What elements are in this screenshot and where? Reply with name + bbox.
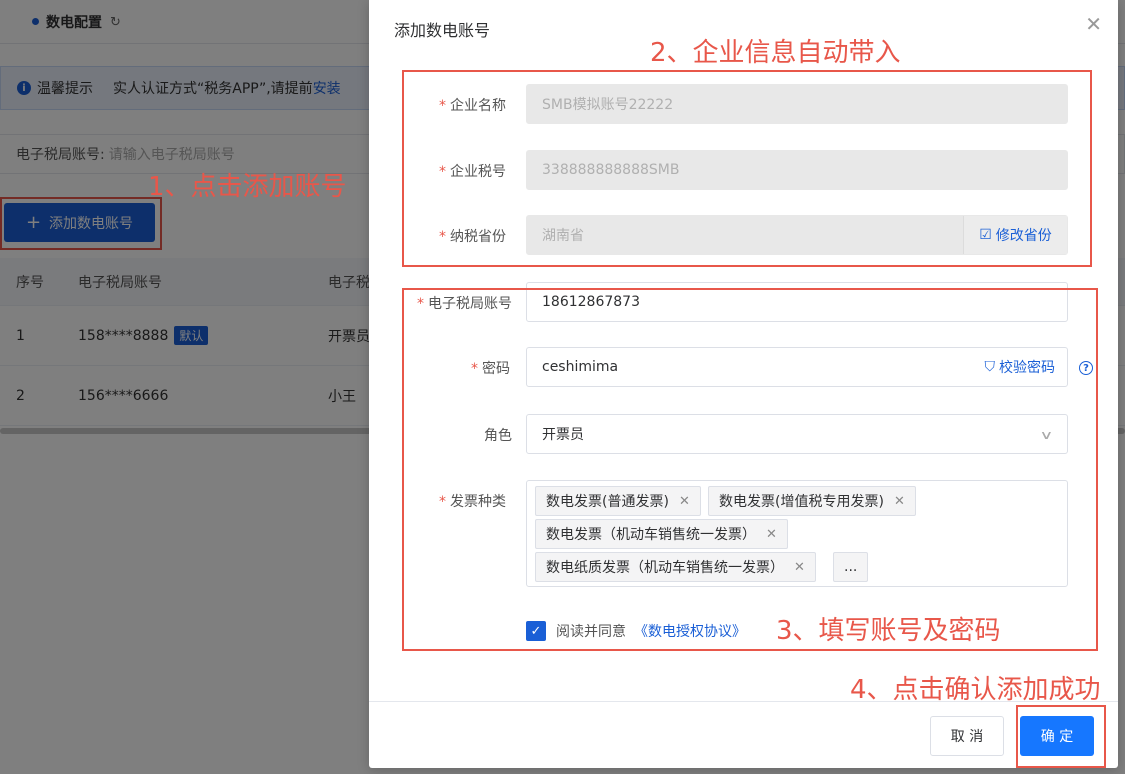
annotation-box-step3 (402, 288, 1098, 651)
annotation-box-step4 (1016, 705, 1106, 768)
dialog-title: 添加数电账号 (394, 21, 491, 40)
cancel-button[interactable]: 取 消 (930, 716, 1004, 756)
close-icon[interactable]: ✕ (1085, 14, 1102, 34)
annotation-step1: 1、点击添加账号 (148, 172, 347, 202)
annotation-step3: 3、填写账号及密码 (776, 616, 1001, 646)
annotation-step2: 2、企业信息自动带入 (650, 38, 901, 68)
annotation-box-step2 (402, 70, 1092, 267)
annotation-step4: 4、点击确认添加成功 (850, 675, 1101, 705)
